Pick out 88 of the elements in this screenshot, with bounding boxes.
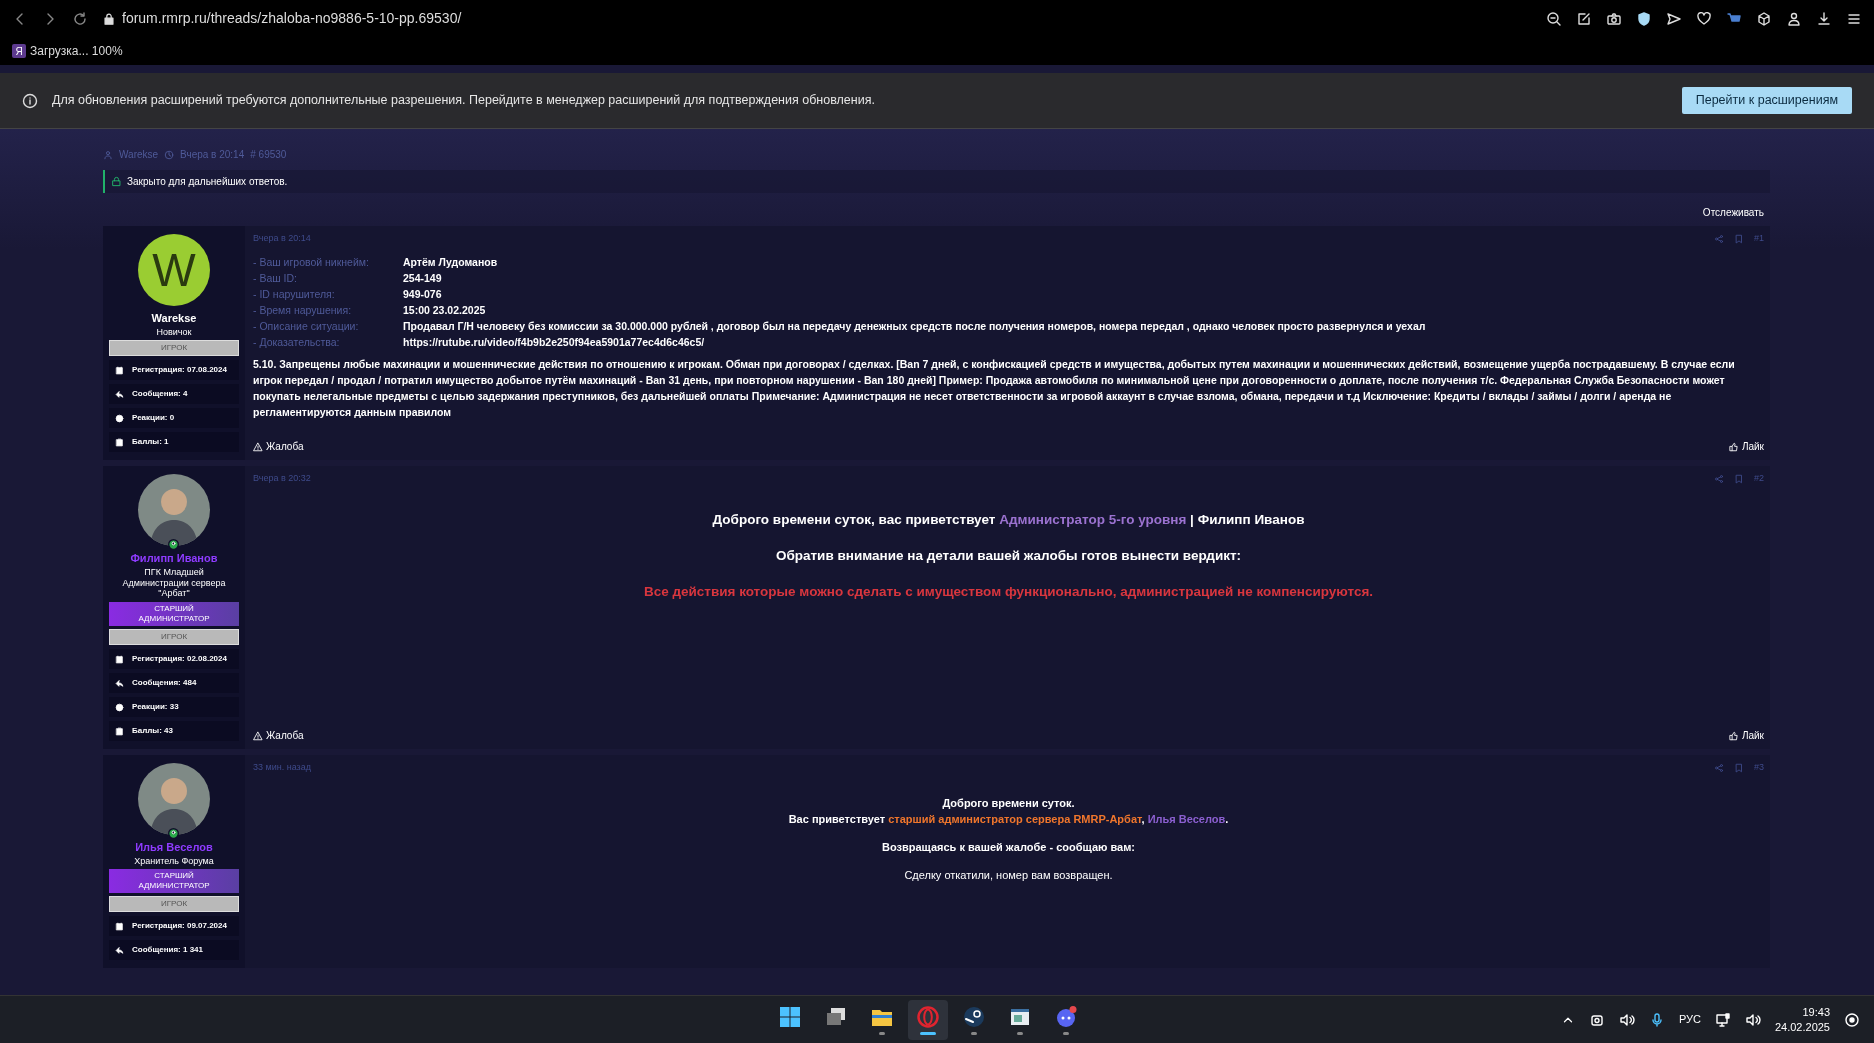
field-value: Артём Лудоманов xyxy=(403,254,498,270)
edit-icon[interactable] xyxy=(1576,10,1592,27)
role-banner: ИГРОК xyxy=(109,629,239,646)
clipboard-icon xyxy=(115,437,124,447)
calendar-icon xyxy=(115,654,124,664)
heart-icon[interactable] xyxy=(1696,10,1712,27)
field-label: - Доказательства: xyxy=(253,334,341,350)
stat-text: Сообщения: 4 xyxy=(132,388,188,401)
reply-icon xyxy=(115,678,124,688)
rule-text: 5.10. Запрещены любые махинации и мошеннические действия по отношению к игрокам. Обман при договорах / сделках. [Ban 7 дней, с конфискацией средств и имущества, добытых путем махинации и мошеннических действий, возмещение ущерба пострадавшему. В случае если игрок передал / продал / потратил имущество добытое путём махинаций - Ban 31 день, при повторном нарушении - Ban 180 дней] Пример: Продажа автомобиля по минимальной цене при договоренности о доплате, после получения т/с. Федеральная Служба Безопасности может покупать нелегальные предметы с целью задержания преступников, без дальнейшей оплаты Примечание: Администрация не несет ответственности за игровой аккаунт в случае взлома, обмана, передачи и т.д Исключение: Кредиты / вклады / займы / долги / аренда не регламентируются данным правилом xyxy=(253,356,1736,420)
stat-text: Сообщения: 484 xyxy=(132,677,197,690)
stat-text: Реакции: 33 xyxy=(132,701,179,714)
extensions-button[interactable]: Перейти к расширениям xyxy=(1681,87,1852,114)
field-value: https://rutube.ru/video/f4b9b2e250f94ea5901a77ec4d6c46c5/ xyxy=(403,334,705,350)
user-title: Новичок xyxy=(156,326,192,338)
message-text: Доброго времени суток, вас приветствует Администратор 5-го уровня | Филипп Иванов xyxy=(711,510,1306,529)
message-text: Обратив внимание на детали вашей жалобы готов вынести вердикт: xyxy=(774,547,1243,566)
warning-icon xyxy=(253,441,263,452)
user-title: Хранитель Форума xyxy=(134,855,214,867)
stat-text: Сообщения: 1 341 xyxy=(132,944,203,957)
watch-link[interactable]: Отслеживать xyxy=(1702,207,1764,218)
field-label: - Описание ситуации: xyxy=(253,318,360,334)
taskbar-app[interactable] xyxy=(908,999,948,1040)
stat-text: Баллы: 1 xyxy=(132,436,169,449)
stat-text: Регистрация: 07.08.2024 xyxy=(132,364,227,377)
thumbs-up-icon xyxy=(1728,441,1739,452)
steam-icon xyxy=(962,1004,986,1029)
notification-text: Для обновления расширений требуются дополнительные разрешения. Перейдите в менеджер расширений для подтверждения обновления. xyxy=(52,92,876,110)
lock-icon xyxy=(111,176,122,187)
avatar: W xyxy=(138,234,210,306)
browser-icon xyxy=(916,1004,940,1029)
username[interactable]: Филипп Иванов xyxy=(130,550,218,567)
message-text: Все действия которые можно сделать с имуществом функционально, администрацией не компенсируются. xyxy=(642,583,1375,602)
zoom-out-icon[interactable] xyxy=(1546,10,1562,27)
warning-icon xyxy=(253,730,263,741)
field-label: - Ваш игровой никнейм: xyxy=(253,254,370,270)
clipboard-icon xyxy=(115,726,124,736)
message-text: Возвращаясь к вашей жалобе - сообщаю вам: xyxy=(880,839,1136,855)
role-banner: ИГРОК xyxy=(109,896,239,913)
username[interactable]: Илья Веселов xyxy=(135,839,213,856)
bookmark-item[interactable]: Я Загрузка... 100% xyxy=(12,42,123,60)
stat-text: Регистрация: 02.08.2024 xyxy=(132,653,227,666)
field-value: 949-076 xyxy=(403,286,442,302)
reply-icon xyxy=(115,946,124,955)
field-label: - ID нарушителя: xyxy=(253,286,336,302)
shield-icon[interactable] xyxy=(1636,10,1652,27)
user-title: ПГК Младшей xyxy=(144,566,204,578)
chat-icon xyxy=(1054,1004,1078,1029)
field-value: 254-149 xyxy=(403,270,442,286)
message-text: Сделку откатили, номер вам возвращен. xyxy=(903,867,1114,883)
report-link[interactable]: Жалоба xyxy=(253,439,304,455)
cube-icon[interactable] xyxy=(1756,10,1772,27)
notification-icon[interactable] xyxy=(1844,1011,1860,1028)
language-indicator[interactable]: РУС xyxy=(1678,1011,1701,1028)
monitor-icon[interactable] xyxy=(1714,1011,1731,1028)
thumbs-up-icon xyxy=(1728,730,1739,741)
calendar-icon xyxy=(115,365,124,375)
report-link[interactable]: Жалоба xyxy=(253,728,304,744)
info-icon xyxy=(22,92,38,109)
username[interactable]: Warekse xyxy=(151,310,197,327)
role-banner: ИГРОК xyxy=(109,340,239,357)
field-value: 15:00 23.02.2025 xyxy=(403,302,486,318)
lock-icon xyxy=(102,11,116,26)
like-link[interactable]: Лайк xyxy=(1728,728,1764,744)
stat-text: Регистрация: 09.07.2024 xyxy=(132,920,227,933)
field-label: - Время нарушения: xyxy=(253,302,353,318)
send-icon[interactable] xyxy=(1666,10,1682,27)
stat-text: Реакции: 0 xyxy=(132,412,175,425)
locked-notice: Закрыто для дальнейших ответов. xyxy=(127,175,288,189)
calendar-icon xyxy=(115,922,124,931)
reload-icon[interactable] xyxy=(72,10,88,27)
user-icon xyxy=(103,149,113,160)
role-banner: СТАРШИЙ АДМИНИСТРАТОР xyxy=(109,869,239,894)
clock-icon xyxy=(164,149,175,160)
download-icon[interactable] xyxy=(1816,10,1832,27)
camera-icon[interactable] xyxy=(1606,10,1622,27)
clock[interactable]: 19:43 24.02.2025 xyxy=(1774,1004,1830,1035)
windows-icon xyxy=(778,1004,802,1029)
message-text: Доброго времени суток. Вас приветствует старший администратор сервера RMRP-Арбат, Илья Веселов. xyxy=(787,795,1230,827)
reply-icon xyxy=(115,389,124,399)
role-banner: СТАРШИЙ АДМИНИСТРАТОР xyxy=(109,602,239,627)
field-value: Продавал Г/Н человеку без комиссии за 30.000.000 рублей , договор был на передачу денежных средств после получения номеров, номера передал , однако человек просто развернулся и уехал xyxy=(403,318,1426,334)
like-link[interactable]: Лайк xyxy=(1728,439,1764,455)
user-title: "Арбат" xyxy=(158,588,190,600)
user-icon[interactable] xyxy=(1786,10,1802,27)
user-title: Администрации сервера xyxy=(122,577,226,589)
field-label: - Ваш ID: xyxy=(253,270,298,286)
stat-text: Баллы: 43 xyxy=(132,725,173,738)
